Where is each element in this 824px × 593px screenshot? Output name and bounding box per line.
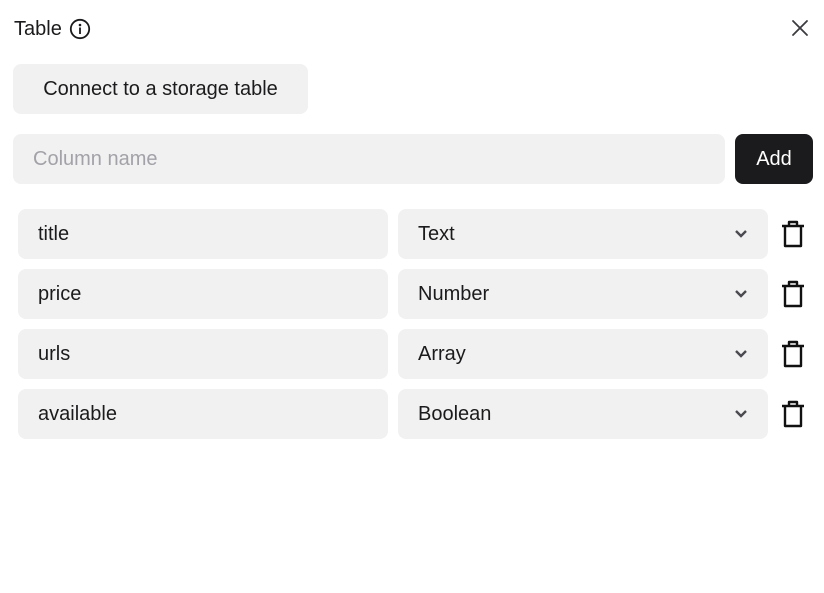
column-row: Text [18, 209, 806, 259]
chevron-down-icon [735, 350, 747, 358]
chevron-down-icon [735, 230, 747, 238]
panel-header: Table [14, 17, 91, 41]
trash-icon [782, 220, 804, 248]
add-column-button[interactable]: Add [735, 134, 813, 184]
info-icon[interactable] [69, 18, 91, 40]
close-icon [792, 20, 808, 36]
column-type-value: Number [418, 282, 490, 305]
column-type-value: Text [418, 222, 455, 245]
delete-column-button[interactable] [780, 279, 806, 309]
trash-icon [782, 400, 804, 428]
column-name-input[interactable] [13, 134, 725, 184]
column-name-field[interactable] [18, 209, 388, 259]
delete-column-button[interactable] [780, 219, 806, 249]
chevron-down-icon [735, 290, 747, 298]
column-type-select[interactable]: Text [398, 209, 768, 259]
delete-column-button[interactable] [780, 339, 806, 369]
columns-list: Text Number Array Boolean [18, 209, 806, 449]
connect-storage-table-button[interactable]: Connect to a storage table [13, 64, 308, 114]
trash-icon [782, 340, 804, 368]
chevron-down-icon [735, 410, 747, 418]
panel-title: Table [14, 17, 62, 40]
close-button[interactable] [790, 18, 810, 38]
column-type-select[interactable]: Boolean [398, 389, 768, 439]
column-type-value: Array [418, 342, 466, 365]
column-name-field[interactable] [18, 389, 388, 439]
column-row: Number [18, 269, 806, 319]
column-name-field[interactable] [18, 329, 388, 379]
column-row: Array [18, 329, 806, 379]
column-type-select[interactable]: Number [398, 269, 768, 319]
column-type-select[interactable]: Array [398, 329, 768, 379]
column-row: Boolean [18, 389, 806, 439]
trash-icon [782, 280, 804, 308]
delete-column-button[interactable] [780, 399, 806, 429]
column-type-value: Boolean [418, 402, 492, 425]
column-name-field[interactable] [18, 269, 388, 319]
